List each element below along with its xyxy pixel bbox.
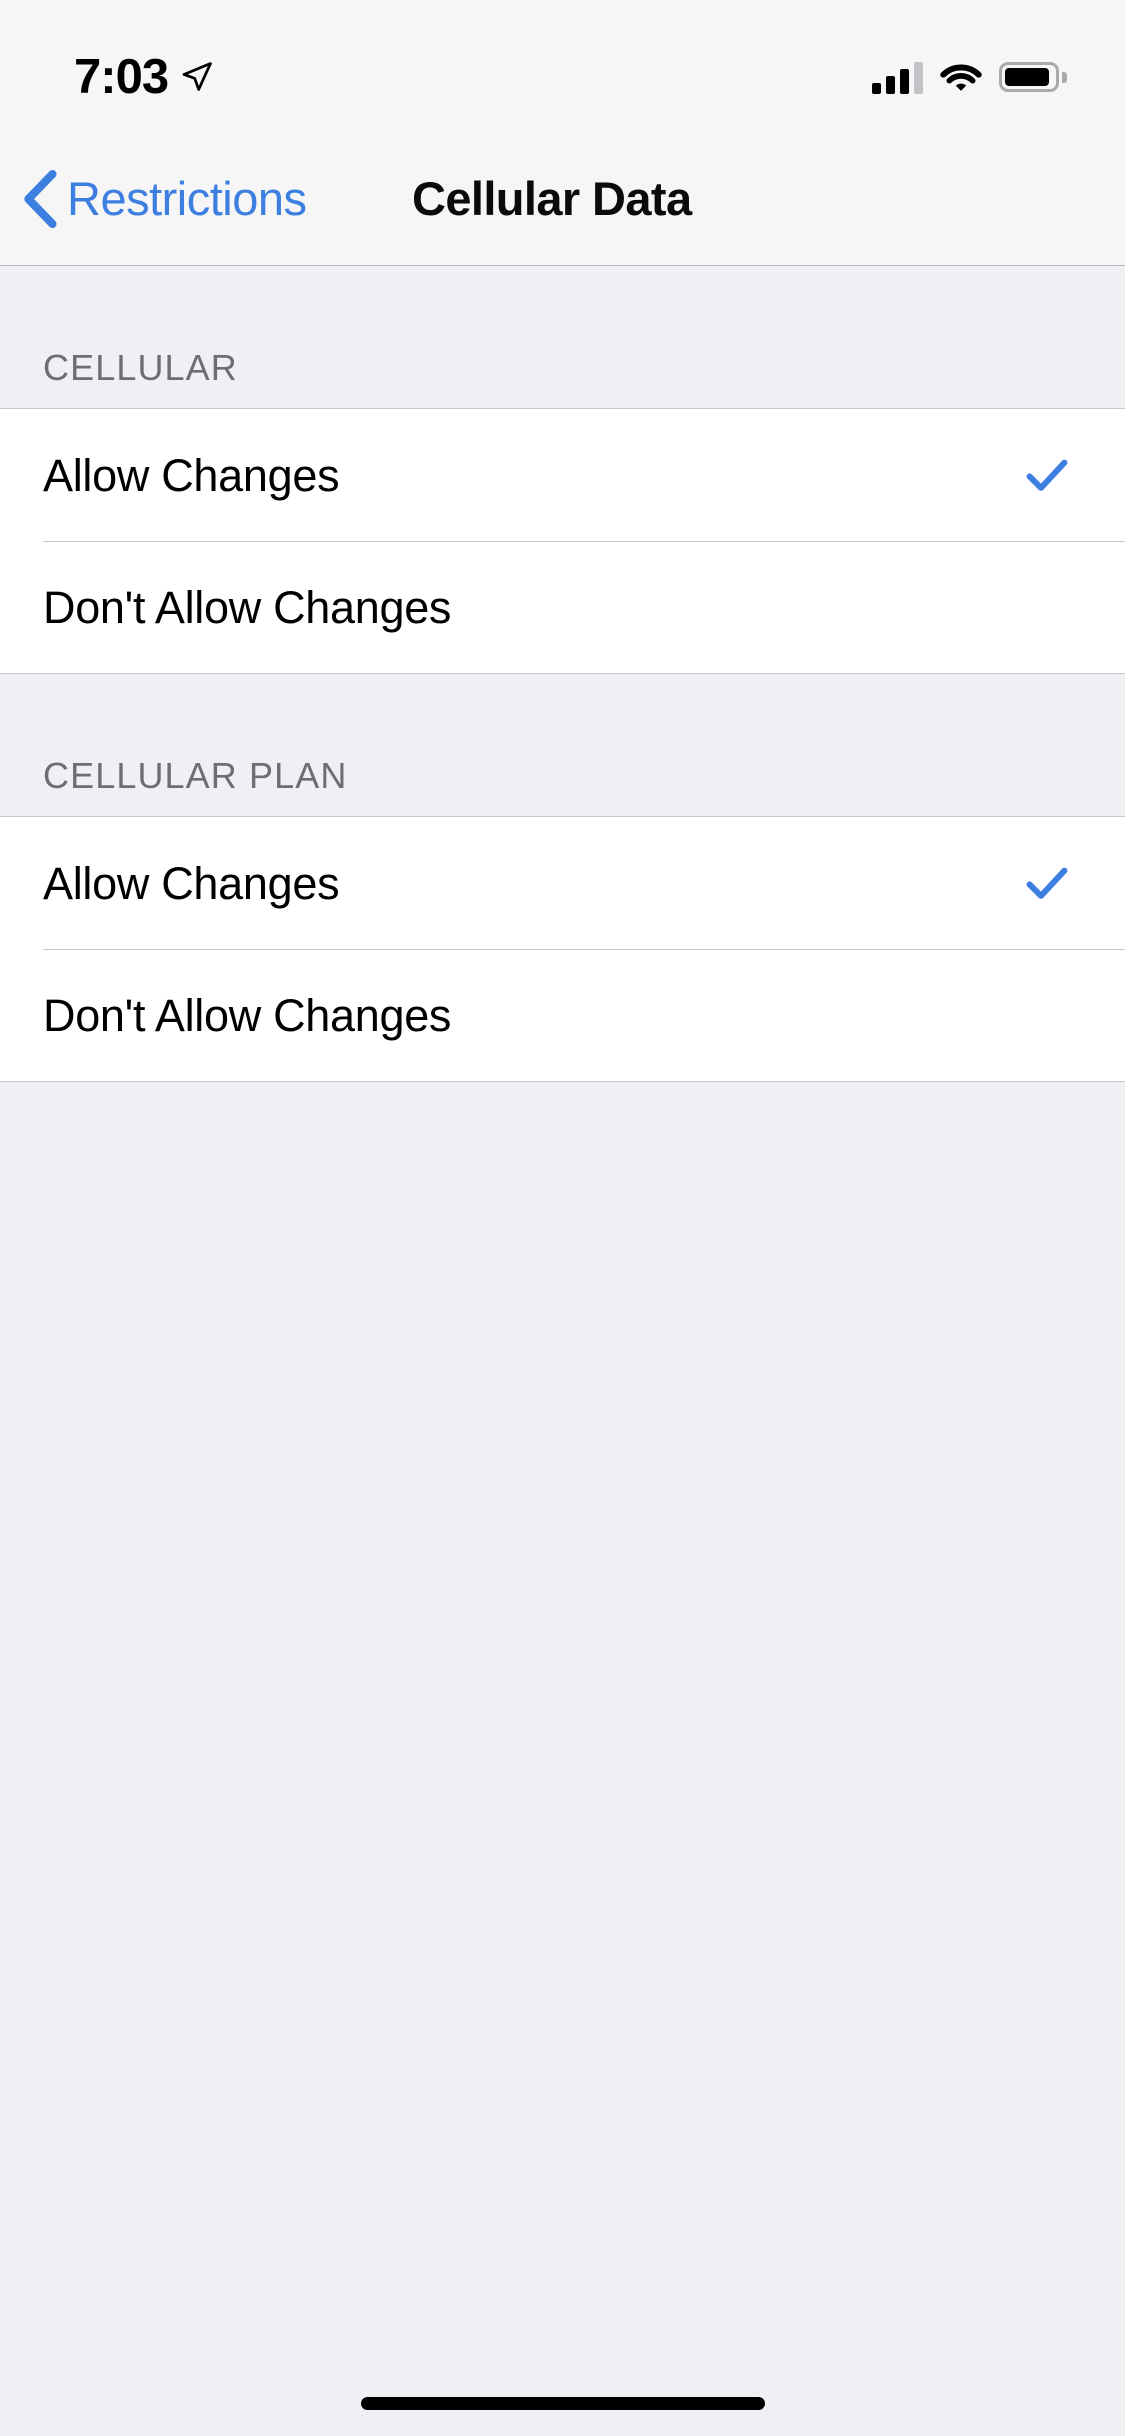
row-label: Allow Changes: [43, 857, 340, 909]
cellular-signal-icon: [872, 60, 923, 94]
section-header-cellular-plan-label: CELLULAR PLAN: [43, 755, 348, 796]
row-label: Don't Allow Changes: [43, 581, 452, 633]
section-header-cellular: CELLULAR: [0, 266, 1125, 408]
battery-cap: [1062, 71, 1067, 83]
status-bar-left: 7:03: [74, 31, 214, 102]
row-cellular-dont-allow-changes[interactable]: Don't Allow Changes: [0, 541, 1125, 673]
row-cellular-plan-allow-changes[interactable]: Allow Changes: [0, 817, 1125, 949]
row-label: Don't Allow Changes: [43, 989, 452, 1041]
status-bar-right: [872, 38, 1067, 94]
home-indicator[interactable]: [360, 2397, 765, 2410]
back-button-label[interactable]: Restrictions: [67, 175, 307, 222]
status-bar: 7:03: [0, 0, 1125, 132]
settings-group-cellular-plan: Allow Changes Don't Allow Changes: [0, 816, 1125, 1082]
section-header-cellular-label: CELLULAR: [43, 347, 238, 388]
battery-body: [999, 62, 1059, 92]
location-arrow-icon: [182, 62, 212, 91]
page-title: Cellular Data: [412, 172, 692, 225]
settings-content: CELLULAR Allow Changes Don't Allow Chang…: [0, 266, 1125, 2436]
settings-group-cellular: Allow Changes Don't Allow Changes: [0, 408, 1125, 674]
navigation-bar: Restrictions Cellular Data: [0, 132, 1125, 266]
checkmark-icon: [1026, 867, 1068, 899]
status-bar-clock: 7:03: [74, 49, 169, 104]
row-label: Allow Changes: [43, 449, 340, 501]
section-header-cellular-plan: CELLULAR PLAN: [0, 674, 1125, 816]
back-button[interactable]: Restrictions: [22, 132, 307, 265]
chevron-left-icon[interactable]: [22, 169, 58, 228]
iphone-screen: 7:03 Restrictions Cellular Data CELLULAR…: [0, 0, 1125, 2436]
battery-fill: [1005, 68, 1050, 86]
row-cellular-allow-changes[interactable]: Allow Changes: [0, 409, 1125, 541]
checkmark-icon: [1026, 459, 1068, 491]
row-cellular-plan-dont-allow-changes[interactable]: Don't Allow Changes: [0, 949, 1125, 1081]
wifi-icon: [940, 64, 982, 91]
battery-icon: [999, 62, 1067, 92]
